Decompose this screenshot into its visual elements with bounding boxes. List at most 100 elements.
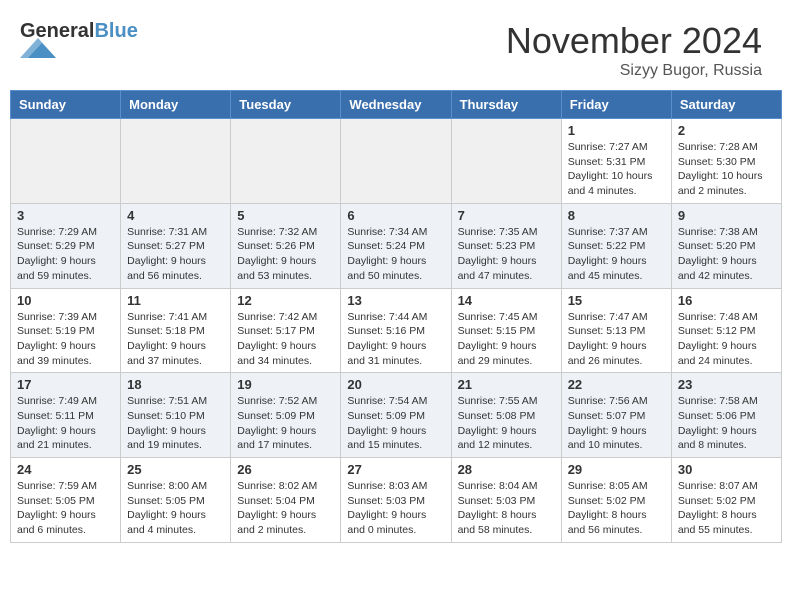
cell-1-7: 2Sunrise: 7:28 AM Sunset: 5:30 PM Daylig… bbox=[671, 119, 781, 204]
day-number: 24 bbox=[17, 462, 114, 477]
cell-3-5: 14 Sunrise: 7:45 AM Sunset: 5:15 PM Dayli… bbox=[451, 288, 561, 373]
day-info: Sunrise: 7:45 AM Sunset: 5:15 PM Dayligh… bbox=[458, 310, 555, 369]
cell-4-1: 17 Sunrise: 7:49 AM Sunset: 5:11 PM Dayli… bbox=[11, 373, 121, 458]
day-number: 1 bbox=[568, 123, 665, 138]
cell-1-6: 1 Sunrise: 7:27 AM Sunset: 5:31 PM Daylig… bbox=[561, 119, 671, 204]
header-thursday: Thursday bbox=[451, 91, 561, 119]
title-block: November 2024 Sizyy Bugor, Russia bbox=[506, 20, 762, 80]
day-info: Sunrise: 7:34 AM Sunset: 5:24 PM Dayligh… bbox=[347, 225, 444, 284]
header-sunday: Sunday bbox=[11, 91, 121, 119]
day-number: 10 bbox=[17, 293, 114, 308]
day-number: 26 bbox=[237, 462, 334, 477]
day-number: 6 bbox=[347, 208, 444, 223]
day-number: 13 bbox=[347, 293, 444, 308]
day-number: 28 bbox=[458, 462, 555, 477]
day-number: 29 bbox=[568, 462, 665, 477]
cell-5-3: 26 Sunrise: 8:02 AM Sunset: 5:04 PM Dayli… bbox=[231, 458, 341, 543]
day-number: 8 bbox=[568, 208, 665, 223]
day-info: Sunrise: 7:56 AM Sunset: 5:07 PM Dayligh… bbox=[568, 394, 665, 453]
day-info: Sunrise: 7:54 AM Sunset: 5:09 PM Dayligh… bbox=[347, 394, 444, 453]
day-number: 11 bbox=[127, 293, 224, 308]
cell-4-5: 21 Sunrise: 7:55 AM Sunset: 5:08 PM Dayli… bbox=[451, 373, 561, 458]
cell-4-2: 18Sunrise: 7:51 AM Sunset: 5:10 PM Dayli… bbox=[121, 373, 231, 458]
cell-2-4: 6 Sunrise: 7:34 AM Sunset: 5:24 PM Daylig… bbox=[341, 203, 451, 288]
day-info: Sunrise: 7:42 AM Sunset: 5:17 PM Dayligh… bbox=[237, 310, 334, 369]
week-row-3: 10Sunrise: 7:39 AM Sunset: 5:19 PM Dayli… bbox=[11, 288, 782, 373]
week-row-1: 1 Sunrise: 7:27 AM Sunset: 5:31 PM Daylig… bbox=[11, 119, 782, 204]
header-tuesday: Tuesday bbox=[231, 91, 341, 119]
cell-4-6: 22 Sunrise: 7:56 AM Sunset: 5:07 PM Dayli… bbox=[561, 373, 671, 458]
day-info: Sunrise: 7:55 AM Sunset: 5:08 PM Dayligh… bbox=[458, 394, 555, 453]
cell-1-2 bbox=[121, 119, 231, 204]
cell-2-6: 8Sunrise: 7:37 AM Sunset: 5:22 PM Daylig… bbox=[561, 203, 671, 288]
day-info: Sunrise: 7:31 AM Sunset: 5:27 PM Dayligh… bbox=[127, 225, 224, 284]
logo-text: GeneralBlue bbox=[20, 20, 138, 58]
day-info: Sunrise: 7:29 AM Sunset: 5:29 PM Dayligh… bbox=[17, 225, 114, 284]
day-info: Sunrise: 7:58 AM Sunset: 5:06 PM Dayligh… bbox=[678, 394, 775, 453]
day-info: Sunrise: 7:44 AM Sunset: 5:16 PM Dayligh… bbox=[347, 310, 444, 369]
header: GeneralBlue November 2024 Sizyy Bugor, R… bbox=[0, 0, 792, 90]
cell-2-7: 9 Sunrise: 7:38 AM Sunset: 5:20 PM Daylig… bbox=[671, 203, 781, 288]
cell-1-1 bbox=[11, 119, 121, 204]
logo-blue-text: Blue bbox=[94, 20, 137, 42]
day-info: Sunrise: 7:32 AM Sunset: 5:26 PM Dayligh… bbox=[237, 225, 334, 284]
calendar-table: Sunday Monday Tuesday Wednesday Thursday… bbox=[10, 90, 782, 543]
day-number: 19 bbox=[237, 377, 334, 392]
cell-1-5 bbox=[451, 119, 561, 204]
day-number: 20 bbox=[347, 377, 444, 392]
day-number: 5 bbox=[237, 208, 334, 223]
day-number: 14 bbox=[458, 293, 555, 308]
cell-2-1: 3 Sunrise: 7:29 AM Sunset: 5:29 PM Daylig… bbox=[11, 203, 121, 288]
calendar-header: Sunday Monday Tuesday Wednesday Thursday… bbox=[11, 91, 782, 119]
week-row-5: 24Sunrise: 7:59 AM Sunset: 5:05 PM Dayli… bbox=[11, 458, 782, 543]
header-monday: Monday bbox=[121, 91, 231, 119]
cell-5-1: 24Sunrise: 7:59 AM Sunset: 5:05 PM Dayli… bbox=[11, 458, 121, 543]
cell-5-4: 27Sunrise: 8:03 AM Sunset: 5:03 PM Dayli… bbox=[341, 458, 451, 543]
cell-2-2: 4Sunrise: 7:31 AM Sunset: 5:27 PM Daylig… bbox=[121, 203, 231, 288]
weekday-header-row: Sunday Monday Tuesday Wednesday Thursday… bbox=[11, 91, 782, 119]
cell-4-4: 20 Sunrise: 7:54 AM Sunset: 5:09 PM Dayli… bbox=[341, 373, 451, 458]
cell-2-3: 5 Sunrise: 7:32 AM Sunset: 5:26 PM Daylig… bbox=[231, 203, 341, 288]
day-number: 21 bbox=[458, 377, 555, 392]
day-number: 9 bbox=[678, 208, 775, 223]
day-number: 12 bbox=[237, 293, 334, 308]
day-number: 22 bbox=[568, 377, 665, 392]
day-number: 3 bbox=[17, 208, 114, 223]
cell-1-4 bbox=[341, 119, 451, 204]
day-info: Sunrise: 7:35 AM Sunset: 5:23 PM Dayligh… bbox=[458, 225, 555, 284]
cell-3-2: 11 Sunrise: 7:41 AM Sunset: 5:18 PM Dayli… bbox=[121, 288, 231, 373]
cell-4-3: 19 Sunrise: 7:52 AM Sunset: 5:09 PM Dayli… bbox=[231, 373, 341, 458]
cell-5-5: 28 Sunrise: 8:04 AM Sunset: 5:03 PM Dayli… bbox=[451, 458, 561, 543]
day-info: Sunrise: 7:52 AM Sunset: 5:09 PM Dayligh… bbox=[237, 394, 334, 453]
logo: GeneralBlue bbox=[20, 20, 138, 58]
day-number: 17 bbox=[17, 377, 114, 392]
cell-3-4: 13 Sunrise: 7:44 AM Sunset: 5:16 PM Dayli… bbox=[341, 288, 451, 373]
day-number: 16 bbox=[678, 293, 775, 308]
cell-3-3: 12 Sunrise: 7:42 AM Sunset: 5:17 PM Dayli… bbox=[231, 288, 341, 373]
calendar-body: 1 Sunrise: 7:27 AM Sunset: 5:31 PM Daylig… bbox=[11, 119, 782, 543]
day-info: Sunrise: 7:38 AM Sunset: 5:20 PM Dayligh… bbox=[678, 225, 775, 284]
day-number: 30 bbox=[678, 462, 775, 477]
day-info: Sunrise: 8:02 AM Sunset: 5:04 PM Dayligh… bbox=[237, 479, 334, 538]
cell-5-2: 25Sunrise: 8:00 AM Sunset: 5:05 PM Dayli… bbox=[121, 458, 231, 543]
day-number: 18 bbox=[127, 377, 224, 392]
day-info: Sunrise: 8:04 AM Sunset: 5:03 PM Dayligh… bbox=[458, 479, 555, 538]
day-info: Sunrise: 7:47 AM Sunset: 5:13 PM Dayligh… bbox=[568, 310, 665, 369]
header-friday: Friday bbox=[561, 91, 671, 119]
day-number: 15 bbox=[568, 293, 665, 308]
day-number: 7 bbox=[458, 208, 555, 223]
day-info: Sunrise: 7:27 AM Sunset: 5:31 PM Dayligh… bbox=[568, 140, 665, 199]
week-row-4: 17 Sunrise: 7:49 AM Sunset: 5:11 PM Dayli… bbox=[11, 373, 782, 458]
day-info: Sunrise: 7:49 AM Sunset: 5:11 PM Dayligh… bbox=[17, 394, 114, 453]
cell-5-7: 30Sunrise: 8:07 AM Sunset: 5:02 PM Dayli… bbox=[671, 458, 781, 543]
cell-1-3 bbox=[231, 119, 341, 204]
cell-4-7: 23Sunrise: 7:58 AM Sunset: 5:06 PM Dayli… bbox=[671, 373, 781, 458]
day-number: 25 bbox=[127, 462, 224, 477]
general-blue-icon bbox=[20, 38, 56, 58]
day-info: Sunrise: 7:28 AM Sunset: 5:30 PM Dayligh… bbox=[678, 140, 775, 199]
header-wednesday: Wednesday bbox=[341, 91, 451, 119]
cell-2-5: 7 Sunrise: 7:35 AM Sunset: 5:23 PM Daylig… bbox=[451, 203, 561, 288]
week-row-2: 3 Sunrise: 7:29 AM Sunset: 5:29 PM Daylig… bbox=[11, 203, 782, 288]
cell-5-6: 29Sunrise: 8:05 AM Sunset: 5:02 PM Dayli… bbox=[561, 458, 671, 543]
day-info: Sunrise: 7:41 AM Sunset: 5:18 PM Dayligh… bbox=[127, 310, 224, 369]
